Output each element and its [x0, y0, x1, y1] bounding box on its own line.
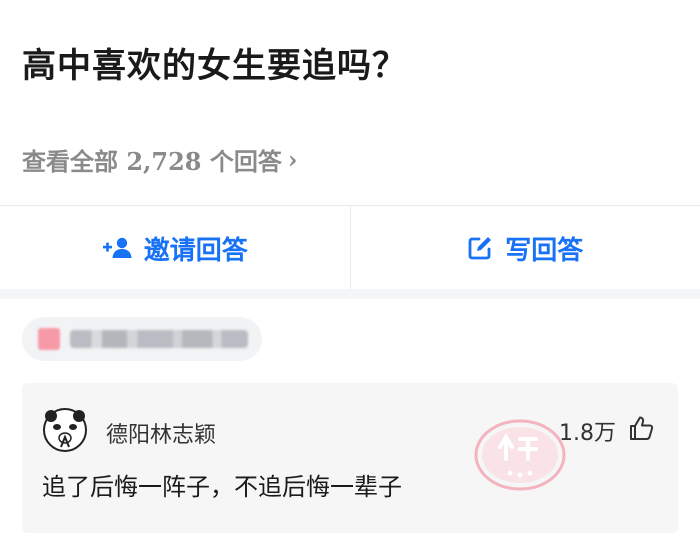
- view-all-answers-link[interactable]: 查看全部 2,728 个回答 ›: [22, 142, 297, 177]
- section-divider: [0, 289, 700, 299]
- featured-comment: 德阳林志颖 1.8万 追了后悔一阵子，不追后悔一辈子: [22, 383, 678, 533]
- blurred-author-tag: [22, 317, 262, 361]
- question-header: 高中喜欢的女生要追吗？ 查看全部 2,728 个回答 ›: [0, 0, 700, 205]
- avatar[interactable]: [42, 407, 88, 453]
- shen-ping-stamp-icon: [470, 415, 570, 495]
- add-user-icon: [102, 237, 132, 259]
- comment-username[interactable]: 德阳林志颖: [106, 417, 216, 449]
- chevron-right-icon: ›: [287, 145, 298, 174]
- invite-answer-label: 邀请回答: [143, 235, 248, 266]
- question-title: 高中喜欢的女生要追吗？: [22, 46, 407, 86]
- thumbs-up-icon: [628, 415, 654, 447]
- comment-text: 追了后悔一阵子，不追后悔一辈子: [42, 473, 402, 501]
- like-control[interactable]: 1.8万: [559, 415, 654, 447]
- blurred-author-name: [70, 330, 248, 348]
- write-answer-button[interactable]: 写回答: [349, 206, 700, 290]
- view-all-answers-text: 查看全部 2,728 个回答: [22, 147, 282, 176]
- write-answer-label: 写回答: [505, 235, 584, 266]
- invite-answer-button[interactable]: 邀请回答: [0, 206, 350, 290]
- answer-panel: 德阳林志颖 1.8万 追了后悔一阵子，不追后悔一辈子: [0, 299, 700, 551]
- like-count: 1.8万: [559, 421, 616, 446]
- edit-icon: [467, 235, 493, 261]
- blurred-avatar: [38, 328, 60, 350]
- question-actions: 邀请回答 写回答: [0, 205, 700, 290]
